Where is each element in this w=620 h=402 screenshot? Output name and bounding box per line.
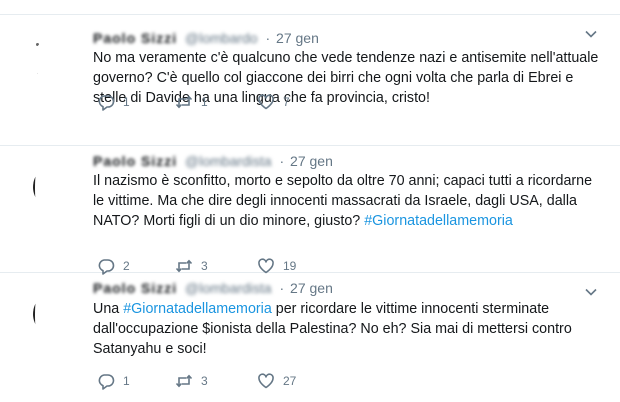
- reply-button[interactable]: 1: [97, 372, 130, 390]
- retweet-button[interactable]: 1: [175, 93, 208, 111]
- tweet-date[interactable]: 27 gen: [290, 280, 333, 296]
- tweet-text: Il nazismo è sconfitto, morto e sepolto …: [93, 171, 603, 231]
- like-count: 19: [283, 259, 297, 273]
- retweet-button[interactable]: 3: [175, 372, 208, 390]
- heart-icon: [258, 373, 274, 389]
- retweet-count: 3: [201, 374, 208, 388]
- tweet-date[interactable]: 27 gen: [276, 30, 319, 46]
- retweet-count: 1: [201, 95, 208, 109]
- reply-button[interactable]: 1: [97, 93, 130, 111]
- author-name[interactable]: Paolo Sizzi: [93, 30, 177, 46]
- like-count: 27: [283, 374, 297, 388]
- tweet-feed: Paolo Sizzi @lombardo · 27 gen No ma ver…: [0, 0, 620, 402]
- chevron-down-icon[interactable]: [584, 285, 598, 299]
- separator-dot: ·: [279, 280, 285, 296]
- reply-count: 1: [123, 95, 130, 109]
- tweet[interactable]: Paolo Sizzi @lombardista · 27 gen Il naz…: [0, 146, 620, 275]
- separator-dot: ·: [265, 30, 271, 46]
- like-button[interactable]: 7: [257, 93, 290, 111]
- chevron-down-icon[interactable]: [584, 27, 598, 41]
- tweet[interactable]: Paolo Sizzi @lombardista · 27 gen Una #G…: [0, 273, 620, 402]
- reply-count: 1: [123, 374, 130, 388]
- author-handle[interactable]: @lombardista: [185, 280, 272, 296]
- retweet-icon: [175, 95, 193, 109]
- like-button[interactable]: 27: [257, 372, 296, 390]
- separator-dot: ·: [279, 153, 285, 169]
- avatar[interactable]: [33, 37, 79, 83]
- tweet-header: Paolo Sizzi @lombardista · 27 gen: [93, 152, 333, 170]
- retweet-icon: [175, 374, 193, 388]
- tweet-header: Paolo Sizzi @lombardista · 27 gen: [93, 279, 333, 297]
- like-count: 7: [283, 95, 290, 109]
- tweet-text: No ma veramente c'è qualcuno che vede te…: [93, 48, 603, 108]
- tweet-text-content: Il nazismo è sconfitto, morto e sepolto …: [93, 173, 593, 229]
- retweet-count: 3: [201, 259, 208, 273]
- reply-icon: [98, 95, 115, 111]
- tweet[interactable]: Paolo Sizzi @lombardo · 27 gen No ma ver…: [0, 15, 620, 146]
- hashtag-link[interactable]: #Giornatadellamemoria: [123, 301, 272, 317]
- reply-count: 2: [123, 259, 130, 273]
- tweet-text-start: Una: [93, 301, 124, 317]
- tweet-text: Una #Giornatadellamemoria per ricordare …: [93, 299, 603, 359]
- previous-tweet-edge: [0, 0, 620, 15]
- avatar[interactable]: [33, 164, 79, 210]
- heart-icon: [258, 94, 274, 110]
- author-handle[interactable]: @lombardo: [185, 30, 258, 46]
- avatar[interactable]: [33, 291, 79, 337]
- author-handle[interactable]: @lombardista: [185, 153, 272, 169]
- tweet-header: Paolo Sizzi @lombardo · 27 gen: [93, 29, 319, 47]
- author-name[interactable]: Paolo Sizzi: [93, 280, 177, 296]
- reply-icon: [98, 374, 115, 390]
- author-name[interactable]: Paolo Sizzi: [93, 153, 177, 169]
- hashtag-link[interactable]: #Giornatadellamemoria: [364, 213, 513, 229]
- tweet-text-content: No ma veramente c'è qualcuno che vede te…: [93, 50, 599, 106]
- tweet-date[interactable]: 27 gen: [290, 153, 333, 169]
